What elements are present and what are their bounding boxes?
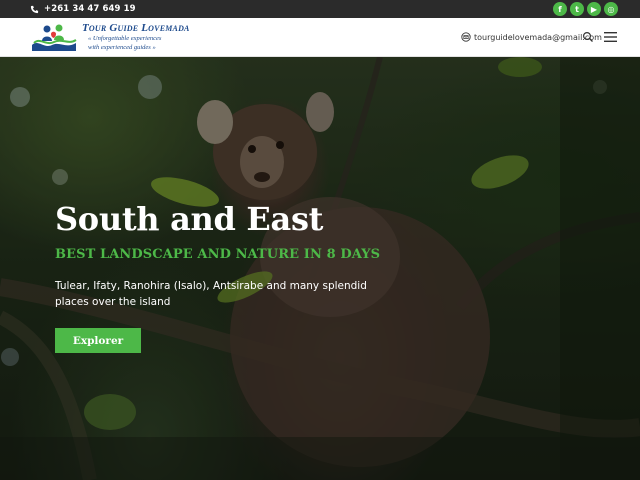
hero-subtitle: BEST LANDSCAPE AND NATURE IN 8 DAYS <box>55 247 381 262</box>
youtube-icon[interactable]: ▶ <box>587 2 601 16</box>
phone-icon <box>30 5 39 13</box>
phone-number: +261 34 47 649 19 <box>44 4 136 14</box>
brand-block[interactable]: Tour Guide Lovemada « Unforgettable expe… <box>82 22 190 52</box>
logo-icon[interactable] <box>30 21 78 53</box>
tagline-line-1: « Unforgettable experiences <box>88 35 162 42</box>
email-icon <box>461 32 471 42</box>
search-icon[interactable] <box>582 31 594 43</box>
brand-name: Tour Guide Lovemada <box>82 22 190 34</box>
top-bar: +261 34 47 649 19 f t ▶ ◎ <box>0 0 640 18</box>
hero-background-image <box>0 57 640 480</box>
site-header: Tour Guide Lovemada « Unforgettable expe… <box>0 18 640 57</box>
twitter-icon[interactable]: t <box>570 2 584 16</box>
explorer-button[interactable]: Explorer <box>55 328 141 353</box>
phone-contact[interactable]: +261 34 47 649 19 <box>30 4 136 14</box>
email-link[interactable]: tourguidelovemada@gmail.com <box>461 32 602 42</box>
tagline-line-2: with experienced guides » <box>88 44 156 51</box>
hero-description: Tulear, Ifaty, Ranohira (Isalo), Antsira… <box>55 280 367 308</box>
facebook-icon[interactable]: f <box>553 2 567 16</box>
hamburger-menu-icon[interactable] <box>604 32 617 42</box>
social-links: f t ▶ ◎ <box>553 2 618 16</box>
tripadvisor-icon[interactable]: ◎ <box>604 2 618 16</box>
hero-banner: South and East BEST LANDSCAPE AND NATURE… <box>0 57 640 480</box>
hero-title: South and East <box>55 200 324 238</box>
